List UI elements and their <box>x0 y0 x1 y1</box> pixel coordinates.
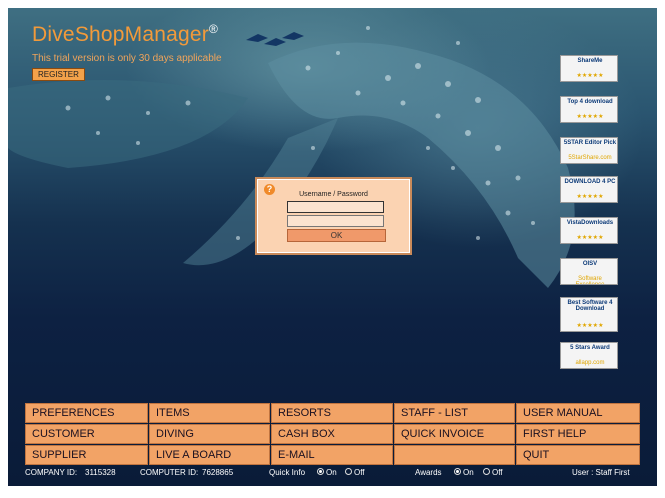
award-title: DOWNLOAD 4 PC <box>564 179 616 185</box>
award-stars: ★★★★★ <box>576 235 604 241</box>
award-title: Best Software 4 Download <box>567 300 613 312</box>
award-stars: ★★★★★ <box>576 194 604 200</box>
menu-quit-button[interactable]: QUIT <box>516 445 640 465</box>
company-id-value: 3115328 <box>85 468 116 477</box>
awards-on-option[interactable]: On <box>454 468 474 477</box>
award-stars: allapp.com <box>575 360 605 366</box>
menu-row: PREFERENCES ITEMS RESORTS STAFF - LIST U… <box>25 403 640 424</box>
award-title: 5 Stars Award <box>570 345 610 351</box>
awards-on-label: On <box>463 468 474 477</box>
window-frame: DiveShopManager® This trial version is o… <box>0 0 665 498</box>
award-badge-oisv[interactable]: OISV Software Excellence <box>560 258 618 285</box>
award-badge-allapp[interactable]: 5 Stars Award allapp.com <box>560 342 618 369</box>
password-input[interactable] <box>287 215 384 227</box>
menu-user-manual-button[interactable]: USER MANUAL <box>516 403 640 423</box>
award-badge-top4download[interactable]: Top 4 download ★★★★★ <box>560 96 618 123</box>
logo-part-dive: Dive <box>32 23 75 46</box>
menu-first-help-button[interactable]: FIRST HELP <box>516 424 640 444</box>
computer-id-label: COMPUTER ID: <box>140 468 199 477</box>
award-title: VistaDownloads <box>566 220 614 226</box>
quick-info-off-label: Off <box>354 468 365 477</box>
menu-email-button[interactable]: E-MAIL <box>271 445 393 465</box>
radio-selected-icon[interactable] <box>454 468 461 476</box>
app-screen: DiveShopManager® This trial version is o… <box>8 8 657 486</box>
awards-off-label: Off <box>492 468 503 477</box>
award-title: OISV <box>582 261 598 267</box>
awards-off-option[interactable]: Off <box>483 468 503 477</box>
award-badge-download4pc[interactable]: DOWNLOAD 4 PC ★★★★★ <box>560 176 618 203</box>
quick-info-on-option[interactable]: On <box>317 468 337 477</box>
menu-staff-list-button[interactable]: STAFF - LIST <box>394 403 515 423</box>
award-stars: 5StarShare.com <box>568 155 612 161</box>
menu-empty-button <box>394 445 515 465</box>
award-title: Top 4 download <box>567 99 613 105</box>
award-badge-vistadownloads[interactable]: VistaDownloads ★★★★★ <box>560 217 618 244</box>
award-stars: ★★★★★ <box>576 73 604 79</box>
registered-mark: ® <box>208 22 219 36</box>
award-badge-5star[interactable]: 5STAR Editor Pick 5StarShare.com <box>560 137 618 164</box>
menu-resorts-button[interactable]: RESORTS <box>271 403 393 423</box>
register-button[interactable]: REGISTER <box>32 68 85 81</box>
current-user: User : Staff First <box>572 468 630 477</box>
awards-label: Awards <box>415 468 442 477</box>
menu-preferences-button[interactable]: PREFERENCES <box>25 403 148 423</box>
login-title: Username / Password <box>299 191 368 198</box>
login-dialog: ? Username / Password OK <box>255 177 412 255</box>
award-stars: ★★★★★ <box>576 323 604 329</box>
menu-cash-box-button[interactable]: CASH BOX <box>271 424 393 444</box>
menu-row: CUSTOMER DIVING CASH BOX QUICK INVOICE F… <box>25 424 640 445</box>
logo-part-shop: Shop <box>74 23 125 46</box>
menu-items-button[interactable]: ITEMS <box>149 403 270 423</box>
radio-empty-icon[interactable] <box>345 468 352 476</box>
award-title: ShareMe <box>577 58 603 64</box>
award-stars: ★★★★★ <box>576 114 604 120</box>
award-badge-shareme[interactable]: ShareMe ★★★★★ <box>560 55 618 82</box>
award-stars: Software Excellence <box>575 276 605 285</box>
quick-info-off-option[interactable]: Off <box>345 468 365 477</box>
ok-button[interactable]: OK <box>287 229 386 242</box>
menu-diving-button[interactable]: DIVING <box>149 424 270 444</box>
quick-info-on-label: On <box>326 468 337 477</box>
username-input[interactable] <box>287 201 384 213</box>
computer-id-value: 7628865 <box>202 468 234 477</box>
award-badge-bestsoftware[interactable]: Best Software 4 Download ★★★★★ <box>560 297 618 332</box>
app-logo: DiveShopManager® <box>32 22 218 47</box>
quick-info-label: Quick Info <box>269 468 306 477</box>
menu-customer-button[interactable]: CUSTOMER <box>25 424 148 444</box>
menu-live-a-board-button[interactable]: LIVE A BOARD <box>149 445 270 465</box>
radio-empty-icon[interactable] <box>483 468 490 476</box>
logo-part-manager: Manager <box>124 23 209 46</box>
menu-quick-invoice-button[interactable]: QUICK INVOICE <box>394 424 515 444</box>
company-id-label: COMPANY ID: <box>25 468 78 477</box>
award-title: 5STAR Editor Pick <box>563 140 617 146</box>
radio-selected-icon[interactable] <box>317 468 324 476</box>
menu-row: SUPPLIER LIVE A BOARD E-MAIL QUIT <box>25 445 640 466</box>
menu-supplier-button[interactable]: SUPPLIER <box>25 445 148 465</box>
trial-notice: This trial version is only 30 days appli… <box>32 53 222 64</box>
